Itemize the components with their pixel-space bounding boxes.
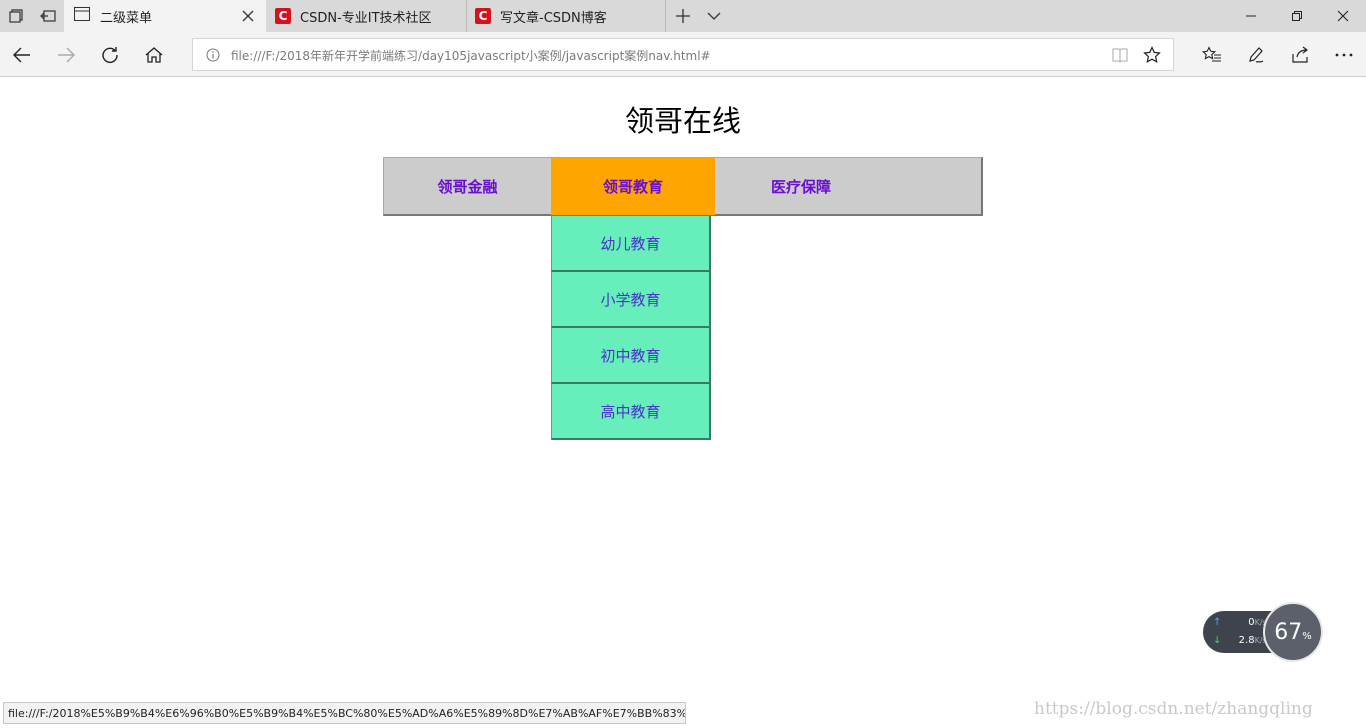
reading-view-icon[interactable] [1111, 46, 1129, 64]
watermark: https://blog.csdn.net/zhangqling [1034, 699, 1313, 719]
tab-label: 二级菜单 [100, 10, 153, 26]
tab-label: CSDN-专业IT技术社区 [300, 10, 432, 26]
chevron-down-icon[interactable] [698, 0, 730, 32]
status-bar-url: file:///F:/2018%E5%B9%B4%E6%96%B0%E5%B9%… [3, 702, 686, 724]
submenu-item-preschool[interactable]: 幼儿教育 [551, 216, 711, 272]
nav-menu: 领哥金融 领哥教育 医疗保障 [383, 157, 983, 216]
navigation-bar: file:///F:/2018年新年开学前端练习/day105javascrip… [0, 32, 1366, 77]
download-arrow-icon: ↓ [1213, 635, 1222, 646]
submenu-education: 幼儿教育 小学教育 初中教育 高中教育 [551, 216, 711, 440]
upload-arrow-icon: ↑ [1213, 617, 1222, 628]
minimize-icon[interactable] [1228, 0, 1274, 32]
more-icon[interactable] [1322, 32, 1366, 77]
submenu-item-senior-high[interactable]: 高中教育 [551, 384, 711, 440]
tab-label: 写文章-CSDN博客 [500, 10, 607, 26]
close-window-icon[interactable] [1320, 0, 1366, 32]
share-icon[interactable] [1278, 32, 1322, 77]
csdn-logo-icon: C [475, 8, 491, 24]
refresh-icon[interactable] [88, 32, 132, 77]
menu-item-healthcare[interactable]: 医疗保障 [715, 158, 887, 215]
tab-csdn[interactable]: C CSDN-专业IT技术社区 [266, 0, 466, 32]
gauge-percent: 67 [1274, 619, 1303, 645]
restore-icon[interactable] [1274, 0, 1320, 32]
tabs-back-icon[interactable] [32, 0, 64, 32]
home-icon[interactable] [132, 32, 176, 77]
favorites-icon[interactable] [1190, 32, 1234, 77]
close-icon[interactable] [240, 8, 256, 24]
page-title: 领哥在线 [624, 104, 741, 138]
plus-icon[interactable] [667, 0, 699, 32]
page-icon [74, 7, 90, 25]
submenu-item-junior-high[interactable]: 初中教育 [551, 328, 711, 384]
url-text[interactable]: file:///F:/2018年新年开学前端练习/day105javascrip… [231, 47, 711, 64]
back-arrow-icon[interactable] [0, 32, 44, 77]
tab-strip: 二级菜单 C CSDN-专业IT技术社区 C 写文章-CSDN博客 [0, 0, 1366, 32]
tab-active[interactable]: 二级菜单 [64, 0, 266, 32]
pen-icon[interactable] [1234, 32, 1278, 77]
csdn-logo-icon: C [275, 8, 291, 24]
download-speed: ↓ 2.8K/s [1213, 635, 1267, 646]
tab-stack-icon[interactable] [0, 0, 32, 32]
tab-csdn-blog[interactable]: C 写文章-CSDN博客 [467, 0, 665, 32]
address-bar[interactable]: file:///F:/2018年新年开学前端练习/day105javascrip… [192, 38, 1174, 71]
menu-item-education[interactable]: 领哥教育 [551, 158, 715, 215]
memory-gauge[interactable]: 67% [1263, 602, 1323, 662]
star-icon[interactable] [1143, 46, 1161, 64]
submenu-item-primary[interactable]: 小学教育 [551, 272, 711, 328]
menu-item-finance[interactable]: 领哥金融 [384, 158, 551, 215]
forward-arrow-icon[interactable] [44, 32, 88, 77]
upload-speed: ↑ 0K/s [1213, 617, 1267, 628]
info-icon[interactable] [205, 47, 221, 63]
tab-divider [665, 0, 666, 32]
